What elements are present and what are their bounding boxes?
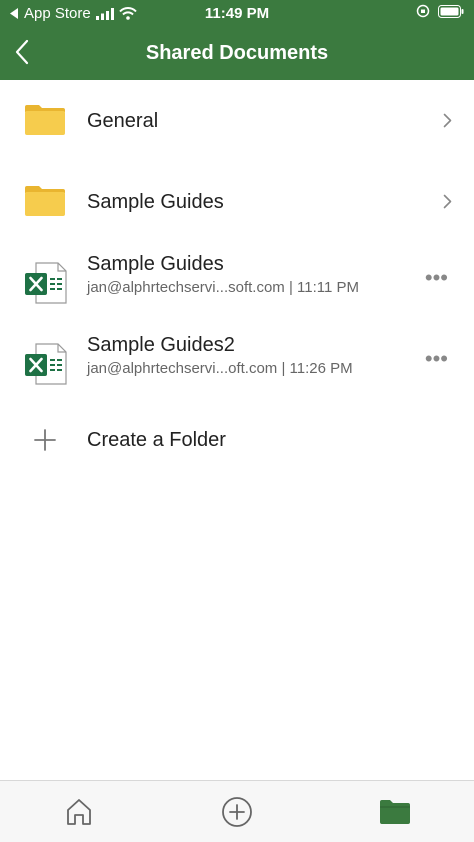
- excel-file-icon: [25, 343, 67, 385]
- more-options-icon[interactable]: •••: [425, 348, 448, 370]
- add-circle-icon: [222, 797, 252, 827]
- tab-files[interactable]: [378, 795, 412, 829]
- folder-item-general[interactable]: General: [0, 80, 474, 161]
- status-indicators: [416, 4, 464, 18]
- plus-icon: [34, 429, 56, 451]
- battery-icon: [438, 4, 464, 18]
- bottom-tab-bar: [0, 780, 474, 842]
- chevron-right-icon: [443, 113, 452, 128]
- file-item-sample-guides[interactable]: Sample Guides jan@alphrtechservi...soft.…: [0, 241, 474, 322]
- documents-list: General Sample Guides Sample Guides jan@…: [0, 80, 474, 482]
- home-icon: [67, 799, 91, 825]
- status-bar: App Store 11:49 PM: [0, 0, 474, 26]
- folder-title: General: [87, 110, 159, 132]
- orientation-lock-icon: [416, 4, 430, 18]
- file-subtitle: jan@alphrtechservi...soft.com | 11:11 PM: [87, 279, 360, 296]
- file-title: Sample Guides: [87, 253, 224, 275]
- app-header: App Store 11:49 PM Shared Documents: [0, 0, 474, 80]
- folder-icon: [25, 105, 65, 135]
- create-folder-label: Create a Folder: [87, 429, 226, 451]
- create-folder-button[interactable]: Create a Folder: [0, 402, 474, 482]
- tab-home[interactable]: [62, 795, 96, 829]
- page-title: Shared Documents: [145, 42, 329, 64]
- folder-filled-icon: [380, 800, 410, 824]
- more-options-icon[interactable]: •••: [425, 267, 448, 289]
- chevron-right-icon: [443, 194, 452, 209]
- file-subtitle: jan@alphrtechservi...oft.com | 11:26 PM: [87, 360, 353, 377]
- folder-icon: [25, 186, 65, 216]
- folder-title: Sample Guides: [87, 191, 224, 213]
- excel-file-icon: [25, 262, 67, 304]
- tab-new[interactable]: [220, 795, 254, 829]
- folder-item-sample-guides[interactable]: Sample Guides: [0, 161, 474, 241]
- file-item-sample-guides2[interactable]: Sample Guides2 jan@alphrtechservi...oft.…: [0, 322, 474, 402]
- file-title: Sample Guides2: [87, 334, 235, 356]
- status-time: 11:49 PM: [204, 5, 270, 22]
